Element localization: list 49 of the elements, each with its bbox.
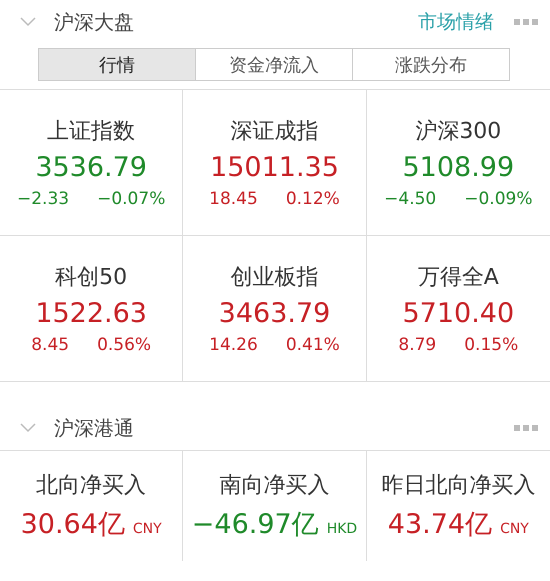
change-value: 8.45 — [31, 335, 70, 355]
currency-label: HKD — [326, 521, 358, 537]
flow-value: −46.97亿 — [192, 508, 319, 542]
index-value: 5710.40 — [402, 298, 514, 329]
change-percent: 0.15% — [464, 335, 518, 355]
flow-card[interactable]: 南向净买入 −46.97亿 HKD — [183, 451, 367, 561]
index-name: 科创50 — [55, 264, 128, 292]
chevron-icon[interactable] — [20, 17, 36, 27]
flow-name: 南向净买入 — [219, 472, 330, 500]
change-value: −2.33 — [16, 189, 70, 209]
flow-name: 昨日北向净买入 — [381, 472, 536, 500]
index-value: 1522.63 — [35, 298, 147, 329]
change-percent: 0.12% — [286, 189, 340, 209]
index-name: 创业板指 — [230, 264, 318, 292]
flow-card[interactable]: 昨日北向净买入 43.74亿 CNY — [366, 451, 550, 561]
index-card[interactable]: 上证指数 3536.79 −2.33 −0.07% — [0, 90, 184, 236]
index-name: 深证成指 — [230, 118, 318, 146]
index-card[interactable]: 创业板指 3463.79 14.26 0.41% — [183, 236, 367, 382]
index-value: 3536.79 — [35, 152, 147, 183]
index-value: 5108.99 — [402, 152, 514, 183]
flow-value: 30.64亿 — [20, 508, 125, 542]
section-title: 沪深港通 — [54, 414, 135, 442]
tab[interactable]: 行情 — [39, 49, 195, 80]
section-title: 沪深大盘 — [54, 8, 135, 36]
change-percent: 0.41% — [286, 335, 340, 355]
index-name: 万得全A — [418, 264, 499, 292]
change-value: −4.50 — [384, 189, 436, 209]
index-name: 沪深300 — [415, 118, 502, 146]
index-name: 上证指数 — [47, 118, 136, 146]
index-value: 15011.35 — [210, 152, 339, 183]
more-icon[interactable] — [514, 425, 538, 431]
change-value: 14.26 — [209, 335, 258, 355]
index-value: 3463.79 — [218, 298, 330, 329]
more-icon[interactable] — [514, 19, 538, 25]
currency-label: CNY — [500, 521, 529, 537]
change-value: 18.45 — [209, 189, 258, 209]
index-card[interactable]: 深证成指 15011.35 18.45 0.12% — [183, 90, 367, 236]
change-value: 8.79 — [398, 335, 436, 355]
index-card[interactable]: 万得全A 5710.40 8.79 0.15% — [366, 236, 550, 382]
chevron-icon[interactable] — [20, 423, 36, 433]
flow-card[interactable]: 北向净买入 30.64亿 CNY — [0, 451, 184, 561]
index-card[interactable]: 沪深300 5108.99 −4.50 −0.09% — [366, 90, 550, 236]
change-percent: −0.07% — [97, 189, 166, 209]
flow-value: 43.74亿 — [388, 508, 492, 542]
change-percent: −0.09% — [464, 189, 532, 209]
index-card[interactable]: 科创50 1522.63 8.45 0.56% — [0, 236, 184, 382]
flow-name: 北向净买入 — [36, 472, 146, 500]
currency-label: CNY — [132, 521, 162, 537]
change-percent: 0.56% — [97, 335, 152, 355]
